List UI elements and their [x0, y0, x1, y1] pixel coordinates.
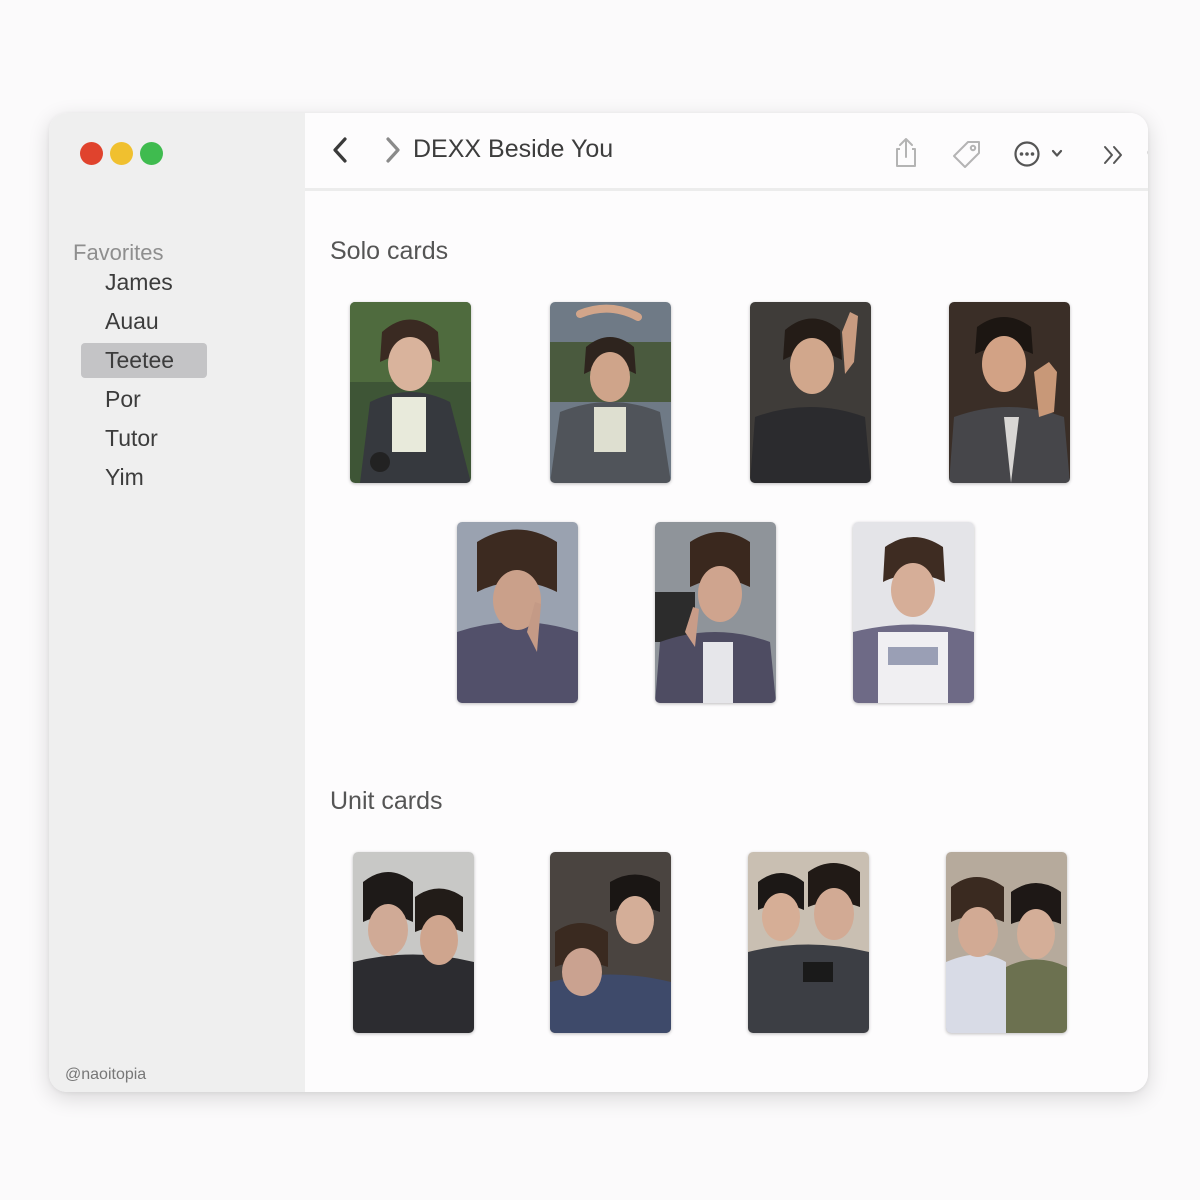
photo-image: [949, 302, 1070, 483]
photo-image: [350, 302, 471, 483]
photocard-unit-1[interactable]: [353, 852, 474, 1033]
ellipsis-circle-icon[interactable]: [1013, 139, 1073, 169]
window-controls: [80, 142, 163, 165]
photo-image: [550, 852, 671, 1033]
photocard-solo-5[interactable]: [457, 522, 578, 703]
photo-image: [750, 302, 871, 483]
share-icon[interactable]: [890, 136, 922, 170]
photocard-solo-1[interactable]: [350, 302, 471, 483]
search-icon[interactable]: [1146, 141, 1148, 169]
content-area: DEXX Beside You Solo cards Unit cards: [305, 113, 1148, 1092]
photo-image: [353, 852, 474, 1033]
sidebar-item-tutor[interactable]: Tutor: [81, 421, 207, 456]
watermark: @naoitopia: [65, 1066, 147, 1083]
window-title: DEXX Beside You: [413, 135, 614, 163]
sidebar-item-yim[interactable]: Yim: [81, 460, 207, 495]
photo-image: [748, 852, 869, 1033]
photocard-unit-2[interactable]: [550, 852, 671, 1033]
favorites-list: James Auau Teetee Por Tutor Yim: [81, 265, 207, 499]
photo-image: [457, 522, 578, 703]
sidebar-item-teetee[interactable]: Teetee: [81, 343, 207, 378]
photocard-solo-4[interactable]: [949, 302, 1070, 483]
sidebar: Favorites James Auau Teetee Por Tutor Yi…: [49, 113, 305, 1092]
photocard-unit-3[interactable]: [748, 852, 869, 1033]
double-chevron-right-icon[interactable]: [1101, 143, 1127, 167]
photo-image: [550, 302, 671, 483]
photocard-solo-6[interactable]: [655, 522, 776, 703]
zoom-window-button[interactable]: [140, 142, 163, 165]
solo-cards-heading: Solo cards: [330, 237, 449, 265]
sidebar-item-auau[interactable]: Auau: [81, 304, 207, 339]
photo-image: [655, 522, 776, 703]
photo-image: [946, 852, 1067, 1033]
photocard-unit-4[interactable]: [946, 852, 1067, 1033]
favorites-heading: Favorites: [73, 240, 164, 265]
unit-cards-heading: Unit cards: [330, 787, 443, 815]
finder-window: Favorites James Auau Teetee Por Tutor Yi…: [49, 113, 1148, 1092]
photocard-solo-3[interactable]: [750, 302, 871, 483]
photocard-solo-2[interactable]: [550, 302, 671, 483]
close-window-button[interactable]: [80, 142, 103, 165]
chevron-left-icon[interactable]: [329, 135, 353, 165]
sidebar-item-por[interactable]: Por: [81, 382, 207, 417]
sidebar-item-james[interactable]: James: [81, 265, 207, 300]
tag-icon[interactable]: [950, 138, 984, 172]
minimize-window-button[interactable]: [110, 142, 133, 165]
chevron-right-icon[interactable]: [380, 135, 404, 165]
photo-image: [853, 522, 974, 703]
photocard-solo-7[interactable]: [853, 522, 974, 703]
toolbar: DEXX Beside You: [305, 113, 1148, 191]
